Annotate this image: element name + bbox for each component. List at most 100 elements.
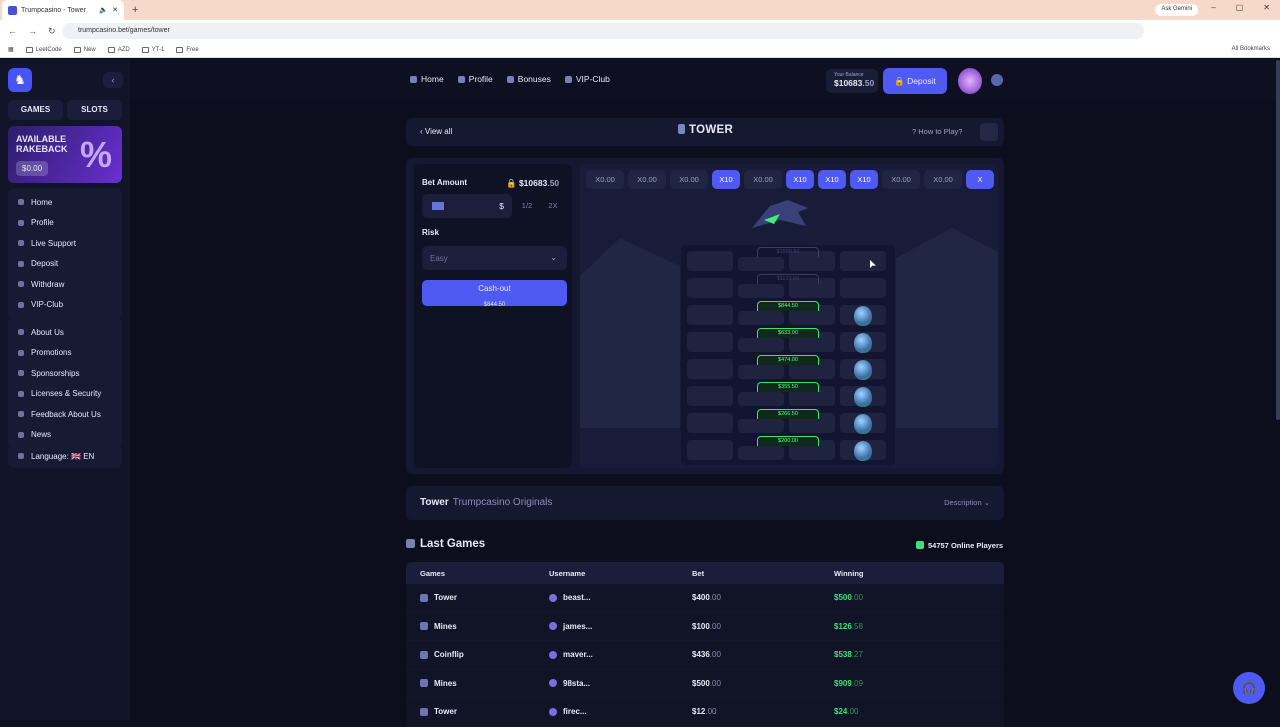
deposit-button[interactable]: 🔒 Deposit: [883, 68, 947, 94]
bet-cell: $100.00: [692, 621, 721, 631]
collapse-sidebar-button[interactable]: ‹: [103, 72, 123, 88]
back-icon[interactable]: ←: [8, 26, 20, 36]
game-info-bar[interactable]: Tower Trumpcasino Originals Description ⌄: [406, 486, 1004, 520]
multiplier-chip: X0.00: [670, 170, 708, 189]
sidebar-item-live-support[interactable]: Live Support: [8, 233, 122, 254]
view-all-link[interactable]: ‹ View all: [420, 127, 452, 136]
reload-icon[interactable]: ↻: [48, 26, 60, 37]
chat-icon: [18, 411, 24, 418]
table-row[interactable]: Tower beast... $400.00 $500.00: [406, 584, 1004, 613]
apps-icon[interactable]: ▦: [8, 46, 14, 53]
tower-tile[interactable]: [687, 251, 733, 271]
casino-app: ♞ ‹ GAMES SLOTS AVAILABLE RAKEBACK $0.00…: [0, 60, 1280, 727]
description-toggle[interactable]: Description ⌄: [944, 498, 990, 507]
bet-cell: $436.00: [692, 650, 721, 660]
table-row[interactable]: Tower firec... $12.00 $24.00: [406, 698, 1004, 727]
new-tab-button[interactable]: +: [132, 4, 138, 16]
sound-toggle-icon[interactable]: [980, 123, 998, 141]
cashout-button[interactable]: Cash-out $844.50: [422, 280, 567, 308]
rakeback-card[interactable]: AVAILABLE RAKEBACK $0.00 %: [8, 126, 122, 183]
nav-vip-club[interactable]: VIP-Club: [564, 74, 610, 84]
tab-audio-icon[interactable]: 🔈: [99, 6, 108, 14]
sidebar-item-sponsorships[interactable]: Sponsorships: [8, 363, 122, 384]
user-avatar-icon: [549, 707, 557, 716]
scrollbar[interactable]: [1276, 60, 1280, 420]
tower-tile[interactable]: [738, 311, 784, 325]
sidebar-item-home[interactable]: Home: [8, 192, 122, 213]
row-payout: $1500.50: [757, 247, 819, 257]
tab-games[interactable]: GAMES: [8, 100, 63, 120]
bookmark-item[interactable]: AZD: [107, 46, 130, 53]
avatar[interactable]: [958, 68, 982, 94]
minimize-icon[interactable]: –: [1211, 3, 1215, 12]
table-row[interactable]: Mines 98sta... $500.00 $909.09: [406, 669, 1004, 698]
game-cell: Coinflip: [406, 650, 549, 659]
notifications-icon[interactable]: [991, 74, 1003, 86]
tower-tile[interactable]: [738, 392, 784, 406]
tower-tile[interactable]: [840, 251, 886, 271]
site-logo-icon[interactable]: ♞: [8, 68, 32, 92]
ask-gemini-button[interactable]: Ask Gemini: [1155, 4, 1198, 16]
egg-icon: [854, 387, 872, 407]
bet-controls: Bet Amount 🔒 $10683.50 100 $ 1/2 2X Risk…: [414, 164, 572, 468]
bookmark-item[interactable]: LeetCode: [25, 46, 62, 53]
folder-icon: [73, 46, 81, 53]
sidebar-item-feedback[interactable]: Feedback About Us: [8, 404, 122, 425]
tower-tile[interactable]: [687, 386, 733, 406]
nav-profile[interactable]: Profile: [457, 74, 493, 84]
tower-tile[interactable]: [687, 413, 733, 433]
tower-tile[interactable]: [738, 419, 784, 433]
sidebar-item-promotions[interactable]: Promotions: [8, 343, 122, 364]
tower-tile[interactable]: [738, 338, 784, 352]
withdraw-icon: [18, 281, 24, 288]
bookmark-item[interactable]: New: [73, 46, 96, 53]
tower-tile[interactable]: [687, 278, 733, 298]
table-row[interactable]: Coinflip maver... $436.00 $538.27: [406, 641, 1004, 670]
sidebar-item-vip-club[interactable]: VIP-Club: [8, 295, 122, 316]
tower-tile[interactable]: [840, 278, 886, 298]
tower-tile[interactable]: [738, 446, 784, 460]
winning-cell: $24.00: [834, 707, 859, 717]
tab-title: Trumpcasino - Tower: [21, 6, 86, 14]
tab-close-icon[interactable]: ✕: [112, 6, 118, 14]
bet-amount-input[interactable]: 100 $: [422, 194, 512, 218]
tower-tile[interactable]: [687, 305, 733, 325]
sidebar-item-withdraw[interactable]: Withdraw: [8, 274, 122, 295]
bet-cell: $12.00: [692, 707, 717, 717]
tower-tile[interactable]: [738, 365, 784, 379]
all-bookmarks[interactable]: All Bookmarks: [1232, 46, 1270, 52]
folder-icon: [107, 46, 115, 53]
bookmark-item[interactable]: YT-1: [141, 46, 164, 53]
table-row[interactable]: Mines james... $100.00 $126.58: [406, 612, 1004, 641]
bookmark-item[interactable]: Free: [176, 46, 199, 53]
risk-select[interactable]: Easy ⌄: [422, 246, 567, 270]
sidebar-item-profile[interactable]: Profile: [8, 213, 122, 234]
language-selector[interactable]: Language: 🇬🇧 EN: [8, 446, 122, 468]
tower-tile[interactable]: [687, 359, 733, 379]
tower-tile[interactable]: [687, 332, 733, 352]
sidebar-item-news[interactable]: News: [8, 425, 122, 446]
address-bar[interactable]: trumpcasino.bet/games/tower: [62, 23, 1144, 39]
double-bet-button[interactable]: 2X: [540, 194, 566, 218]
chevron-down-icon: ⌄: [550, 253, 557, 262]
user-icon: [457, 75, 465, 83]
half-bet-button[interactable]: 1/2: [514, 194, 540, 218]
tower-tile[interactable]: [687, 440, 733, 460]
row-payout: $266.50: [757, 409, 819, 419]
close-window-icon[interactable]: ✕: [1263, 3, 1270, 12]
browser-tab[interactable]: Trumpcasino - Tower 🔈 ✕: [2, 0, 124, 20]
maximize-icon[interactable]: ▢: [1236, 3, 1244, 12]
tower-tile[interactable]: [738, 257, 784, 271]
sidebar-item-deposit[interactable]: Deposit: [8, 254, 122, 275]
row-payout: $355.50: [757, 382, 819, 392]
forward-icon[interactable]: →: [28, 26, 40, 36]
nav-home[interactable]: Home: [410, 74, 444, 84]
tower-tile[interactable]: [738, 284, 784, 298]
controls-balance: 🔒 $10683.50: [506, 178, 560, 188]
sidebar-item-licenses[interactable]: Licenses & Security: [8, 384, 122, 405]
tab-slots[interactable]: SLOTS: [67, 100, 122, 120]
sidebar-item-about[interactable]: About Us: [8, 322, 122, 343]
how-to-play-link[interactable]: ? How to Play?: [912, 127, 962, 136]
nav-bonuses[interactable]: Bonuses: [506, 74, 551, 84]
live-support-button[interactable]: 🎧: [1233, 672, 1265, 704]
